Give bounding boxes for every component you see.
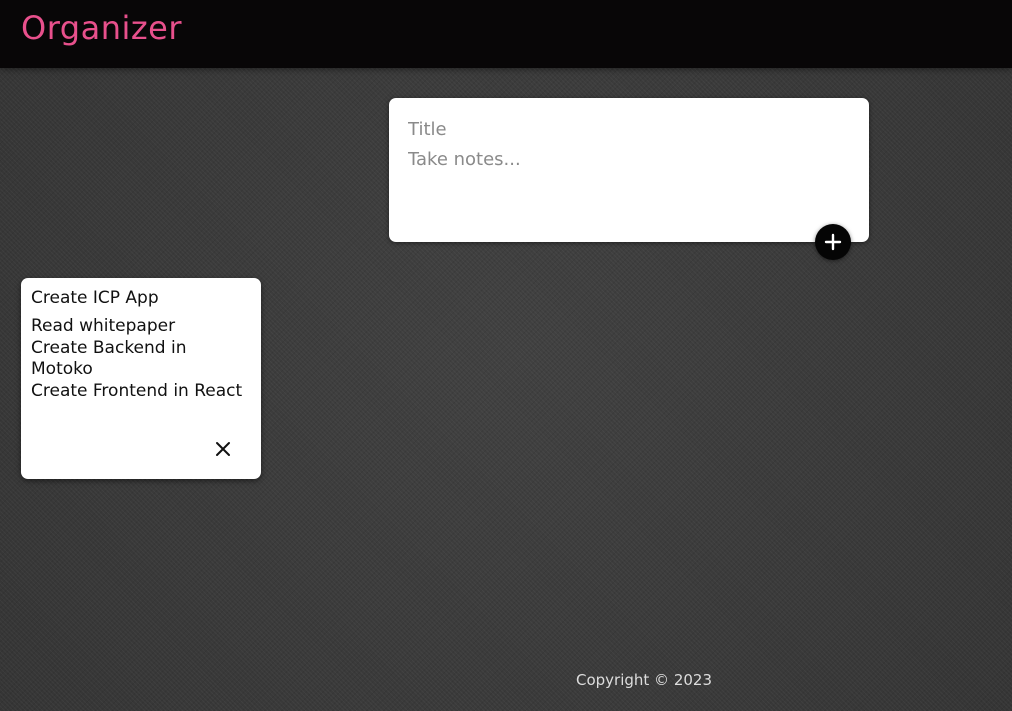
delete-note-button[interactable] (211, 437, 235, 461)
plus-icon (824, 233, 842, 251)
app-header: Organizer (0, 0, 1012, 68)
note-title: Create ICP App (31, 288, 159, 308)
note-card: Create ICP App Read whitepaper Create Ba… (21, 278, 261, 479)
footer-copyright: Copyright © 2023 (576, 671, 713, 689)
note-content: Read whitepaper Create Backend in Motoko… (31, 316, 243, 401)
close-icon (216, 442, 230, 456)
note-content-input[interactable] (408, 149, 848, 219)
add-note-button[interactable] (815, 224, 851, 260)
note-title-input[interactable] (408, 118, 848, 140)
create-note-form (389, 98, 869, 242)
app-title: Organizer (21, 9, 183, 47)
